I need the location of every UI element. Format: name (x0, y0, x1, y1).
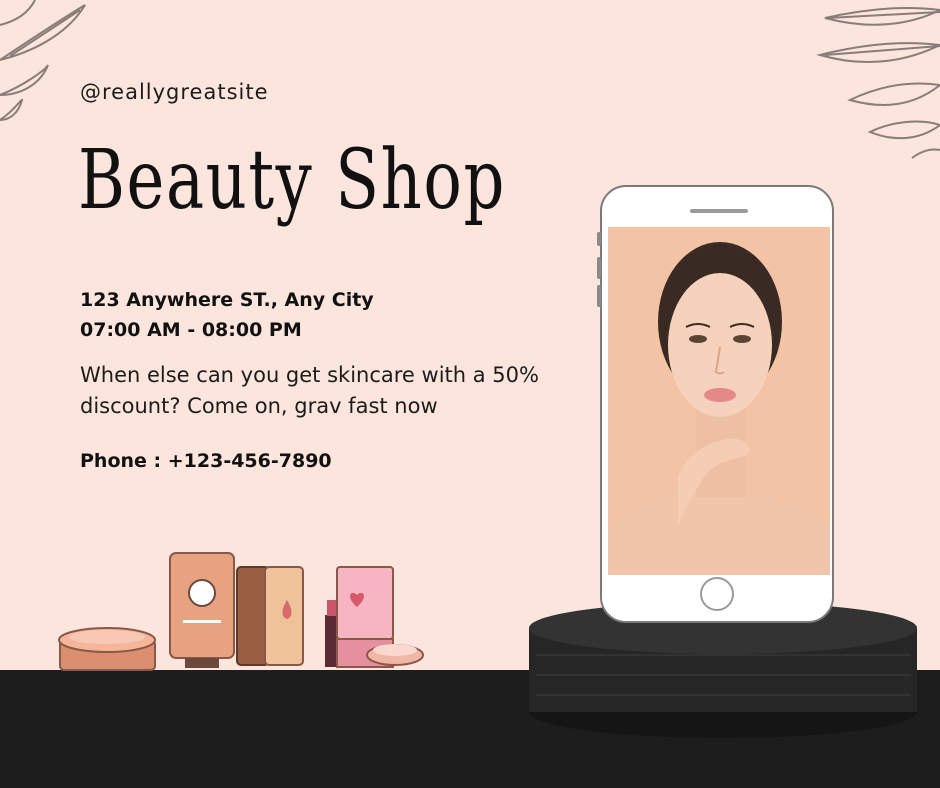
phone-speaker (690, 209, 748, 213)
phone-side-button (597, 257, 601, 279)
poster: @reallygreatsite Beauty Shop 123 Anywher… (0, 0, 940, 788)
page-title: Beauty Shop (78, 133, 506, 228)
site-handle: @reallygreatsite (80, 80, 269, 104)
shop-address: 123 Anywhere ST., Any City (80, 289, 374, 311)
model-portrait (608, 227, 830, 575)
phone-side-button (597, 232, 601, 246)
shop-phone: Phone : +123-456-7890 (80, 450, 332, 472)
cosmetics-icon (58, 552, 424, 671)
phone-screen (608, 227, 830, 575)
shop-details: 123 Anywhere ST., Any City 07:00 AM - 08… (80, 285, 374, 345)
phone-home-button (700, 577, 734, 611)
shop-hours: 07:00 AM - 08:00 PM (80, 319, 302, 341)
promo-description: When else can you get skincare with a 50… (80, 363, 539, 418)
smartphone-icon (597, 185, 834, 623)
phone-side-button (597, 285, 601, 307)
leaf-icon (0, 0, 86, 122)
leaf-icon (816, 6, 940, 159)
